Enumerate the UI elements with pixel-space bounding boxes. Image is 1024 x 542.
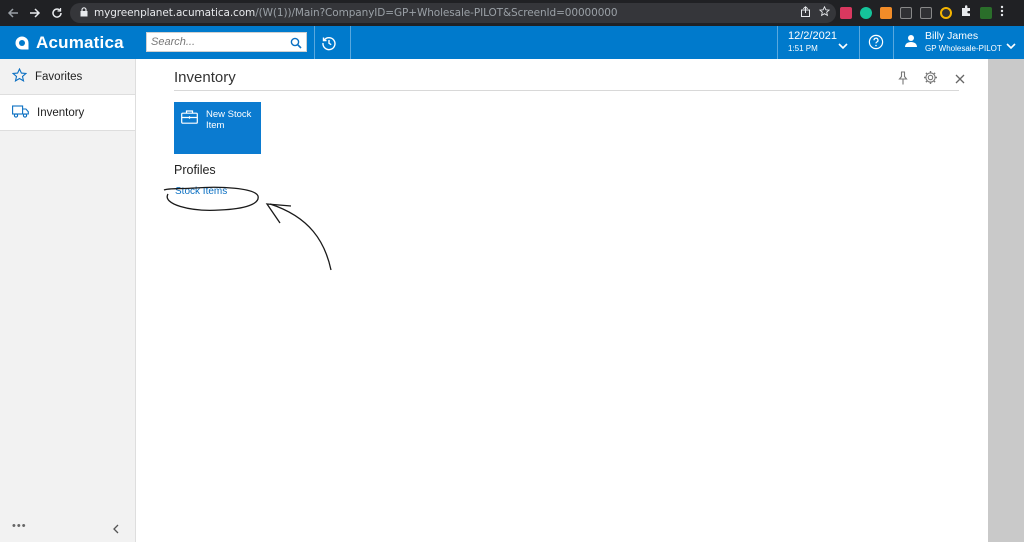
gear-icon[interactable] (923, 70, 938, 90)
logo-text: Acumatica (36, 32, 124, 52)
help-icon[interactable] (868, 34, 884, 55)
search-icon[interactable] (290, 36, 302, 54)
date-label: 12/2/2021 (788, 30, 837, 42)
extension-icon[interactable] (920, 7, 932, 19)
page-title: Inventory (174, 69, 236, 86)
briefcase-icon (181, 110, 198, 129)
history-icon[interactable] (318, 32, 340, 54)
sidebar-item-favorites[interactable]: Favorites (0, 59, 135, 95)
kebab-menu-icon[interactable] (1000, 4, 1004, 22)
collapse-chevron-icon[interactable] (112, 521, 119, 539)
header-divider (314, 26, 315, 59)
workspace-panel: Inventory New Stock Item Profiles Stock … (137, 59, 988, 542)
pin-icon[interactable] (898, 71, 908, 90)
extension-icon[interactable] (980, 7, 992, 19)
search-box[interactable] (146, 32, 307, 52)
sidebar-item-label: Favorites (35, 70, 83, 83)
sidebar: Favorites Inventory ••• (0, 59, 136, 542)
truck-icon (12, 104, 29, 121)
forward-icon[interactable] (26, 4, 44, 22)
time-label: 1:51 PM (788, 44, 818, 53)
chevron-down-icon[interactable] (838, 37, 848, 55)
url-path: /(W(1))/Main?CompanyID=GP+Wholesale-PILO… (255, 7, 618, 19)
acumatica-logo[interactable]: Acumatica (0, 26, 140, 59)
address-bar[interactable]: mygreenplanet.acumatica.com/(W(1))/Main?… (70, 3, 836, 23)
url-host: mygreenplanet.acumatica.com (94, 7, 256, 19)
reload-icon[interactable] (48, 4, 66, 22)
title-divider (174, 90, 959, 91)
user-company: GP Wholesale-PILOT (925, 44, 1002, 53)
new-stock-item-tile[interactable]: New Stock Item (174, 102, 261, 154)
header-divider (350, 26, 351, 59)
extension-icon[interactable] (940, 7, 952, 19)
header-divider (893, 26, 894, 59)
lock-icon (80, 6, 88, 20)
sidebar-item-inventory[interactable]: Inventory (0, 95, 135, 131)
extension-icon[interactable] (840, 7, 852, 19)
browser-toolbar: mygreenplanet.acumatica.com/(W(1))/Main?… (0, 0, 1024, 26)
sidebar-footer: ••• (0, 518, 136, 536)
user-menu[interactable]: Billy James GP Wholesale-PILOT (925, 30, 1002, 55)
business-date[interactable]: 12/2/2021 1:51 PM (788, 30, 837, 55)
grammarly-icon[interactable] (860, 7, 872, 19)
app-header: Acumatica 12/2/2021 1:51 PM Billy James … (0, 26, 1024, 59)
puzzle-icon[interactable] (960, 4, 972, 22)
logo-mark-icon (15, 36, 29, 49)
section-title-profiles: Profiles (174, 163, 216, 177)
header-divider (859, 26, 860, 59)
user-name: Billy James (925, 30, 979, 42)
annotation-circle-arrow (163, 186, 332, 271)
user-avatar-icon[interactable] (904, 34, 918, 53)
extension-icon[interactable] (880, 7, 892, 19)
sidebar-item-label: Inventory (37, 106, 85, 119)
header-divider (777, 26, 778, 59)
share-icon[interactable] (800, 6, 811, 20)
bookmark-star-icon[interactable] (818, 5, 831, 20)
window-gutter (988, 59, 1024, 542)
chevron-down-icon[interactable] (1006, 37, 1016, 55)
back-icon[interactable] (4, 4, 22, 22)
close-icon[interactable] (955, 71, 965, 89)
search-input[interactable] (147, 33, 287, 51)
extension-icon[interactable] (900, 7, 912, 19)
tile-label: New Stock Item (206, 109, 252, 131)
more-icon[interactable]: ••• (12, 520, 27, 532)
star-icon (11, 67, 28, 86)
